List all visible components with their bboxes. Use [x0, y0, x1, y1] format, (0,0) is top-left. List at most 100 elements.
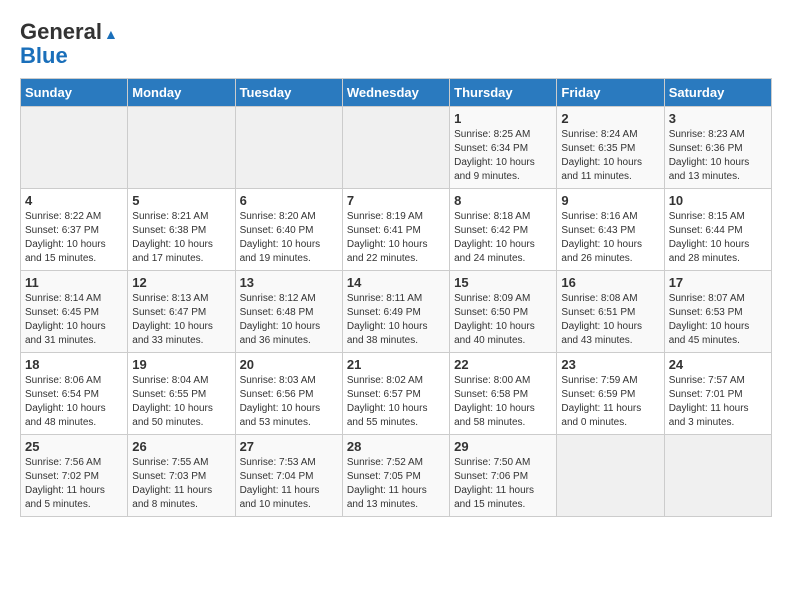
day-header-saturday: Saturday	[664, 79, 771, 107]
cell-day-number: 25	[25, 439, 123, 454]
calendar-cell: 22 Sunrise: 8:00 AMSunset: 6:58 PMDayligh…	[450, 353, 557, 435]
calendar-cell: 5 Sunrise: 8:21 AMSunset: 6:38 PMDaylight…	[128, 189, 235, 271]
cell-info-text: Sunrise: 8:20 AMSunset: 6:40 PMDaylight:…	[240, 210, 338, 266]
calendar-week-row: 1 Sunrise: 8:25 AMSunset: 6:34 PMDaylight…	[21, 107, 772, 189]
cell-info-text: Sunrise: 8:09 AMSunset: 6:50 PMDaylight:…	[454, 292, 552, 348]
cell-info-text: Sunrise: 8:03 AMSunset: 6:56 PMDaylight:…	[240, 374, 338, 430]
calendar-cell: 2 Sunrise: 8:24 AMSunset: 6:35 PMDaylight…	[557, 107, 664, 189]
cell-day-number: 1	[454, 111, 552, 126]
cell-info-text: Sunrise: 7:57 AMSunset: 7:01 PMDaylight:…	[669, 374, 767, 430]
cell-info-text: Sunrise: 8:04 AMSunset: 6:55 PMDaylight:…	[132, 374, 230, 430]
calendar-cell: 14 Sunrise: 8:11 AMSunset: 6:49 PMDayligh…	[342, 271, 449, 353]
cell-info-text: Sunrise: 8:23 AMSunset: 6:36 PMDaylight:…	[669, 128, 767, 184]
cell-day-number: 20	[240, 357, 338, 372]
page-header: General▲ Blue	[20, 20, 772, 68]
day-header-monday: Monday	[128, 79, 235, 107]
cell-info-text: Sunrise: 8:14 AMSunset: 6:45 PMDaylight:…	[25, 292, 123, 348]
day-header-tuesday: Tuesday	[235, 79, 342, 107]
calendar-body: 1 Sunrise: 8:25 AMSunset: 6:34 PMDaylight…	[21, 107, 772, 517]
cell-day-number: 5	[132, 193, 230, 208]
cell-info-text: Sunrise: 8:08 AMSunset: 6:51 PMDaylight:…	[561, 292, 659, 348]
day-header-sunday: Sunday	[21, 79, 128, 107]
cell-info-text: Sunrise: 7:50 AMSunset: 7:06 PMDaylight:…	[454, 456, 552, 512]
cell-info-text: Sunrise: 8:25 AMSunset: 6:34 PMDaylight:…	[454, 128, 552, 184]
cell-info-text: Sunrise: 8:22 AMSunset: 6:37 PMDaylight:…	[25, 210, 123, 266]
calendar-week-row: 18 Sunrise: 8:06 AMSunset: 6:54 PMDayligh…	[21, 353, 772, 435]
calendar-cell: 25 Sunrise: 7:56 AMSunset: 7:02 PMDayligh…	[21, 435, 128, 517]
cell-day-number: 16	[561, 275, 659, 290]
cell-info-text: Sunrise: 8:24 AMSunset: 6:35 PMDaylight:…	[561, 128, 659, 184]
calendar-table: SundayMondayTuesdayWednesdayThursdayFrid…	[20, 78, 772, 517]
calendar-cell: 7 Sunrise: 8:19 AMSunset: 6:41 PMDaylight…	[342, 189, 449, 271]
calendar-cell: 21 Sunrise: 8:02 AMSunset: 6:57 PMDayligh…	[342, 353, 449, 435]
calendar-cell: 23 Sunrise: 7:59 AMSunset: 6:59 PMDayligh…	[557, 353, 664, 435]
calendar-cell: 4 Sunrise: 8:22 AMSunset: 6:37 PMDaylight…	[21, 189, 128, 271]
calendar-cell	[128, 107, 235, 189]
day-header-thursday: Thursday	[450, 79, 557, 107]
calendar-cell: 17 Sunrise: 8:07 AMSunset: 6:53 PMDayligh…	[664, 271, 771, 353]
cell-info-text: Sunrise: 8:00 AMSunset: 6:58 PMDaylight:…	[454, 374, 552, 430]
cell-day-number: 4	[25, 193, 123, 208]
cell-day-number: 7	[347, 193, 445, 208]
cell-info-text: Sunrise: 8:12 AMSunset: 6:48 PMDaylight:…	[240, 292, 338, 348]
cell-day-number: 24	[669, 357, 767, 372]
calendar-cell: 24 Sunrise: 7:57 AMSunset: 7:01 PMDayligh…	[664, 353, 771, 435]
cell-info-text: Sunrise: 8:13 AMSunset: 6:47 PMDaylight:…	[132, 292, 230, 348]
cell-info-text: Sunrise: 8:19 AMSunset: 6:41 PMDaylight:…	[347, 210, 445, 266]
cell-day-number: 3	[669, 111, 767, 126]
cell-info-text: Sunrise: 8:07 AMSunset: 6:53 PMDaylight:…	[669, 292, 767, 348]
calendar-cell: 20 Sunrise: 8:03 AMSunset: 6:56 PMDayligh…	[235, 353, 342, 435]
calendar-cell: 27 Sunrise: 7:53 AMSunset: 7:04 PMDayligh…	[235, 435, 342, 517]
cell-day-number: 2	[561, 111, 659, 126]
cell-info-text: Sunrise: 7:56 AMSunset: 7:02 PMDaylight:…	[25, 456, 123, 512]
calendar-cell: 16 Sunrise: 8:08 AMSunset: 6:51 PMDayligh…	[557, 271, 664, 353]
calendar-header-row: SundayMondayTuesdayWednesdayThursdayFrid…	[21, 79, 772, 107]
cell-info-text: Sunrise: 8:16 AMSunset: 6:43 PMDaylight:…	[561, 210, 659, 266]
cell-info-text: Sunrise: 7:52 AMSunset: 7:05 PMDaylight:…	[347, 456, 445, 512]
cell-info-text: Sunrise: 7:53 AMSunset: 7:04 PMDaylight:…	[240, 456, 338, 512]
cell-day-number: 22	[454, 357, 552, 372]
cell-day-number: 15	[454, 275, 552, 290]
cell-day-number: 18	[25, 357, 123, 372]
cell-day-number: 26	[132, 439, 230, 454]
day-header-wednesday: Wednesday	[342, 79, 449, 107]
logo-blue-text: Blue	[20, 43, 68, 68]
cell-info-text: Sunrise: 7:59 AMSunset: 6:59 PMDaylight:…	[561, 374, 659, 430]
calendar-cell	[235, 107, 342, 189]
calendar-cell: 19Sunrise: 8:04 AMSunset: 6:55 PMDayligh…	[128, 353, 235, 435]
cell-day-number: 12	[132, 275, 230, 290]
cell-day-number: 14	[347, 275, 445, 290]
cell-day-number: 17	[669, 275, 767, 290]
logo-bird-icon: ▲	[104, 27, 118, 42]
calendar-cell: 1 Sunrise: 8:25 AMSunset: 6:34 PMDaylight…	[450, 107, 557, 189]
calendar-cell: 26 Sunrise: 7:55 AMSunset: 7:03 PMDayligh…	[128, 435, 235, 517]
cell-day-number: 21	[347, 357, 445, 372]
calendar-week-row: 25 Sunrise: 7:56 AMSunset: 7:02 PMDayligh…	[21, 435, 772, 517]
calendar-cell: 8Sunrise: 8:18 AMSunset: 6:42 PMDaylight…	[450, 189, 557, 271]
calendar-cell	[664, 435, 771, 517]
cell-day-number: 23	[561, 357, 659, 372]
calendar-cell: 12 Sunrise: 8:13 AMSunset: 6:47 PMDayligh…	[128, 271, 235, 353]
cell-day-number: 13	[240, 275, 338, 290]
calendar-cell: 10Sunrise: 8:15 AMSunset: 6:44 PMDayligh…	[664, 189, 771, 271]
cell-info-text: Sunrise: 8:02 AMSunset: 6:57 PMDaylight:…	[347, 374, 445, 430]
cell-info-text: Sunrise: 8:21 AMSunset: 6:38 PMDaylight:…	[132, 210, 230, 266]
calendar-cell: 18 Sunrise: 8:06 AMSunset: 6:54 PMDayligh…	[21, 353, 128, 435]
cell-day-number: 8	[454, 193, 552, 208]
calendar-cell: 9 Sunrise: 8:16 AMSunset: 6:43 PMDaylight…	[557, 189, 664, 271]
cell-info-text: Sunrise: 8:06 AMSunset: 6:54 PMDaylight:…	[25, 374, 123, 430]
cell-day-number: 11	[25, 275, 123, 290]
cell-info-text: Sunrise: 8:11 AMSunset: 6:49 PMDaylight:…	[347, 292, 445, 348]
calendar-week-row: 4 Sunrise: 8:22 AMSunset: 6:37 PMDaylight…	[21, 189, 772, 271]
cell-day-number: 10	[669, 193, 767, 208]
calendar-cell	[342, 107, 449, 189]
cell-day-number: 6	[240, 193, 338, 208]
cell-day-number: 27	[240, 439, 338, 454]
calendar-cell: 15 Sunrise: 8:09 AMSunset: 6:50 PMDayligh…	[450, 271, 557, 353]
cell-info-text: Sunrise: 7:55 AMSunset: 7:03 PMDaylight:…	[132, 456, 230, 512]
calendar-cell: 3 Sunrise: 8:23 AMSunset: 6:36 PMDaylight…	[664, 107, 771, 189]
cell-day-number: 9	[561, 193, 659, 208]
calendar-cell	[557, 435, 664, 517]
cell-day-number: 29	[454, 439, 552, 454]
logo-general-text: General	[20, 19, 102, 44]
